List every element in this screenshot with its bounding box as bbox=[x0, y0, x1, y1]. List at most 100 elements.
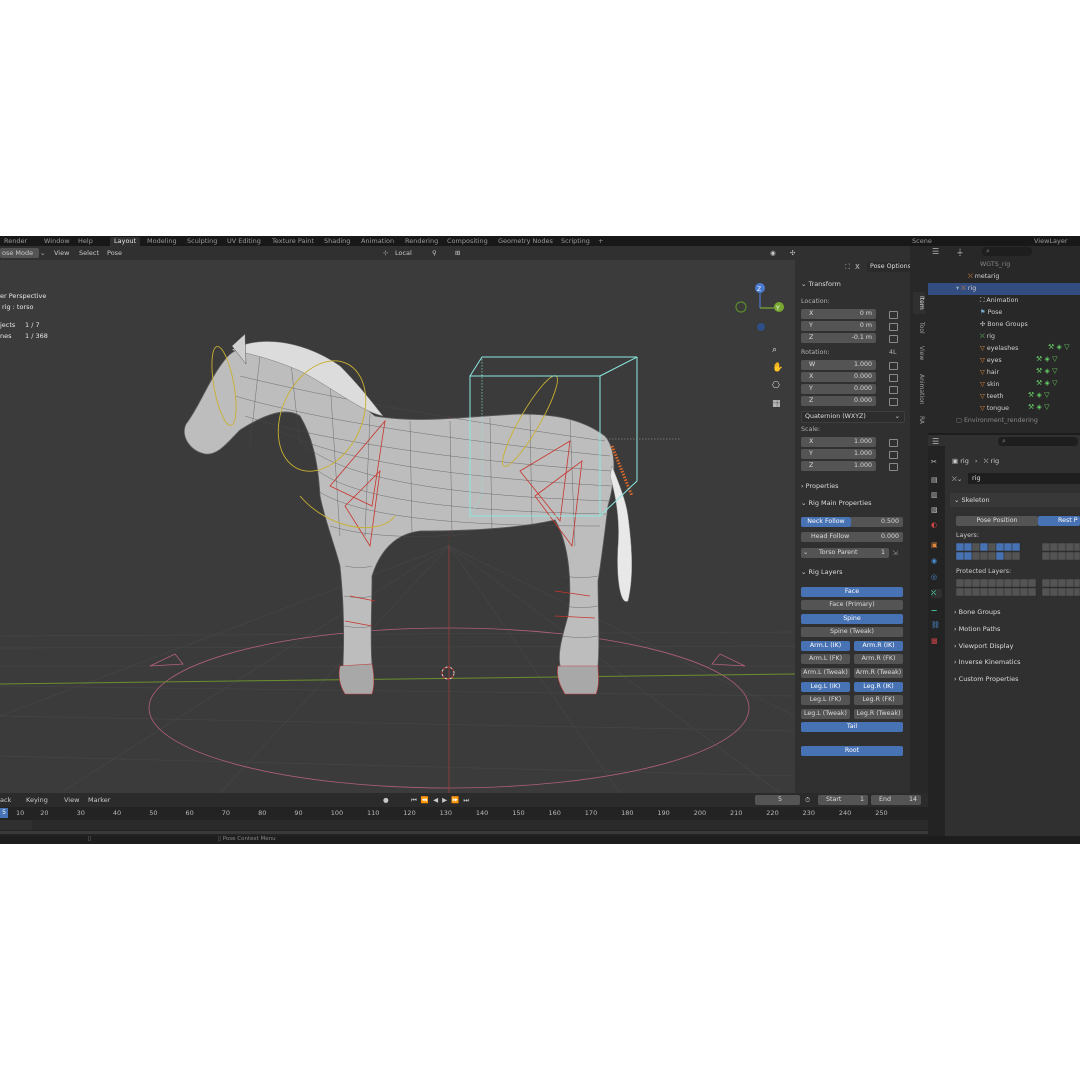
menu-playback[interactable]: ack bbox=[0, 795, 11, 805]
motion-paths-panel[interactable]: › Motion Paths bbox=[954, 625, 1000, 633]
tab-animation[interactable]: Animation bbox=[357, 237, 398, 246]
outliner-item-rig-data[interactable]: ⛌ rig bbox=[980, 331, 995, 343]
scale-y-field[interactable]: Y 1.000 bbox=[801, 449, 876, 459]
lock-icon[interactable] bbox=[889, 439, 898, 447]
pin-icon[interactable]: ⛶ bbox=[845, 263, 853, 271]
menu-view[interactable]: View bbox=[54, 248, 69, 258]
render-tab-icon[interactable]: ▤ bbox=[931, 476, 942, 485]
close-icon[interactable]: X bbox=[855, 263, 860, 271]
menu-select[interactable]: Select bbox=[79, 248, 99, 258]
menu-keying[interactable]: Keying bbox=[26, 795, 48, 805]
outliner-item-teeth[interactable]: ▽ teeth bbox=[980, 391, 1004, 403]
layer-arm-l-tweak-toggle[interactable]: Arm.L (Tweak) bbox=[801, 668, 850, 678]
object-tab-icon[interactable]: ▣ bbox=[931, 541, 942, 550]
tab-animation[interactable]: Animation bbox=[913, 369, 925, 409]
rotation-z-field[interactable]: Z 0.000 bbox=[801, 396, 876, 406]
location-y-field[interactable]: Y 0 m bbox=[801, 321, 876, 331]
view-layer-tab-icon[interactable]: ▧ bbox=[931, 506, 942, 515]
tab-texture-paint[interactable]: Texture Paint bbox=[268, 237, 318, 246]
layer-leg-r-ik-toggle[interactable]: Leg.R (IK) bbox=[854, 682, 903, 692]
zebra-mesh[interactable] bbox=[183, 333, 632, 695]
lock-icon[interactable] bbox=[889, 362, 898, 370]
viewport-display-panel[interactable]: › Viewport Display bbox=[954, 642, 1013, 650]
layer-leg-l-tweak-toggle[interactable]: Leg.L (Tweak) bbox=[801, 709, 850, 719]
snap-icon[interactable]: ⇲ bbox=[892, 549, 898, 557]
tab-scripting[interactable]: Scripting bbox=[557, 237, 594, 246]
layer-arm-l-ik-toggle[interactable]: Arm.L (IK) bbox=[801, 641, 850, 651]
outliner-item-hair[interactable]: ▽ hair bbox=[980, 367, 999, 379]
lock-icon[interactable] bbox=[889, 398, 898, 406]
properties-section-header[interactable]: › Properties bbox=[801, 482, 839, 490]
lock-icon[interactable] bbox=[889, 311, 898, 319]
lock-icon[interactable] bbox=[889, 335, 898, 343]
armature-data-tab-icon[interactable]: ⛌ bbox=[931, 589, 942, 598]
menu-view[interactable]: View bbox=[64, 795, 79, 805]
rig-main-section-header[interactable]: ⌄ Rig Main Properties bbox=[801, 499, 871, 507]
view-layer-selector[interactable]: ViewLayer bbox=[1030, 237, 1072, 246]
bone-layers-grid[interactable] bbox=[956, 543, 1080, 564]
playback-controls[interactable]: ⏮ ⏪ ◀ ▶ ⏩ ⏭ bbox=[411, 795, 470, 805]
camera-icon[interactable]: ⎔ bbox=[772, 381, 784, 393]
outliner-item-skin[interactable]: ▽ skin bbox=[980, 379, 1000, 391]
tab-layout[interactable]: Layout bbox=[110, 237, 141, 246]
layer-root-toggle[interactable]: Root bbox=[801, 746, 903, 756]
tab-sculpting[interactable]: Sculpting bbox=[183, 237, 221, 246]
snap-icon[interactable]: ⊞ bbox=[455, 248, 460, 258]
menu-marker[interactable]: Marker bbox=[88, 795, 110, 805]
record-icon[interactable]: ● bbox=[383, 795, 389, 805]
visibility-icon[interactable]: ◉ bbox=[770, 248, 776, 258]
outliner-item-wgts-rig[interactable]: WGTS_rig bbox=[980, 259, 1010, 271]
tab-shading[interactable]: Shading bbox=[320, 237, 354, 246]
texture-tab-icon[interactable]: ▩ bbox=[931, 637, 942, 646]
end-frame-field[interactable]: End 14 bbox=[871, 795, 921, 805]
layer-arm-l-fk-toggle[interactable]: Arm.L (FK) bbox=[801, 654, 850, 664]
outliner-search-input[interactable]: ⌕ bbox=[982, 247, 1032, 256]
menu-render[interactable]: Render bbox=[0, 237, 31, 246]
scale-z-field[interactable]: Z 1.000 bbox=[801, 461, 876, 471]
properties-editor-icon[interactable]: ☰ bbox=[932, 437, 939, 446]
head-follow-slider[interactable]: Head Follow 0.000 bbox=[801, 532, 903, 542]
protected-layers-grid[interactable] bbox=[956, 579, 1080, 597]
3d-cursor[interactable] bbox=[441, 666, 455, 680]
rotation-w-field[interactable]: W 1.000 bbox=[801, 360, 876, 370]
layer-leg-r-tweak-toggle[interactable]: Leg.R (Tweak) bbox=[854, 709, 903, 719]
outliner-item-eyes[interactable]: ▽ eyes bbox=[980, 355, 1002, 367]
layer-face-toggle[interactable]: Face bbox=[801, 587, 903, 597]
constraints-tab-icon[interactable]: ◎ bbox=[931, 573, 942, 582]
tab-item[interactable]: Item bbox=[913, 292, 925, 314]
skeleton-header[interactable]: ⌄ Skeleton bbox=[954, 496, 990, 504]
tab-tool[interactable]: Tool bbox=[913, 318, 925, 338]
add-workspace-button[interactable]: + bbox=[594, 237, 607, 246]
outliner-item-pose[interactable]: ⚑ Pose bbox=[980, 307, 1002, 319]
filter-icon[interactable]: ⏚ bbox=[956, 247, 964, 258]
keyframe-track[interactable] bbox=[0, 820, 928, 830]
transform-section-header[interactable]: ⌄ Transform bbox=[801, 280, 841, 288]
properties-search-input[interactable]: ⌕ bbox=[998, 437, 1078, 446]
location-x-field[interactable]: X 0 m bbox=[801, 309, 876, 319]
neck-follow-slider[interactable]: Neck Follow bbox=[801, 517, 851, 527]
lock-icon[interactable] bbox=[889, 323, 898, 331]
bone-groups-panel[interactable]: › Bone Groups bbox=[954, 608, 1000, 616]
tab-geometry-nodes[interactable]: Geometry Nodes bbox=[494, 237, 557, 246]
scale-x-field[interactable]: X 1.000 bbox=[801, 437, 876, 447]
neck-follow-value[interactable]: 0.500 bbox=[851, 517, 903, 527]
outliner-editor-icon[interactable]: ☰ bbox=[932, 247, 939, 256]
current-frame-field[interactable]: 5 bbox=[755, 795, 800, 805]
lock-icon[interactable] bbox=[889, 386, 898, 394]
zoom-icon[interactable]: ⌕ bbox=[772, 345, 784, 357]
physics-tab-icon[interactable]: ◉ bbox=[931, 557, 942, 566]
transform-orientation-selector[interactable]: Local bbox=[395, 248, 412, 258]
rig-layers-section-header[interactable]: ⌄ Rig Layers bbox=[801, 568, 843, 576]
outliner-item-animation[interactable]: ⛶ Animation bbox=[980, 295, 1019, 307]
layer-leg-l-fk-toggle[interactable]: Leg.L (FK) bbox=[801, 695, 850, 705]
outliner-item-eyelashes[interactable]: ▽ eyelashes bbox=[980, 343, 1018, 355]
tab-modeling[interactable]: Modeling bbox=[143, 237, 181, 246]
3d-viewport[interactable]: Z Y ose Mode ⌄ View Select Pose ⊹ Local … bbox=[0, 246, 795, 793]
torso-parent-field[interactable]: ⌄ Torso Parent 1 bbox=[801, 548, 889, 558]
pan-hand-icon[interactable]: ✋ bbox=[772, 363, 784, 375]
menu-help[interactable]: Help bbox=[74, 237, 97, 246]
pose-position-button[interactable]: Pose Position bbox=[956, 516, 1038, 526]
bone-constraint-tab-icon[interactable]: ⛓ bbox=[931, 621, 942, 630]
pivot-icon[interactable]: ⚲ bbox=[432, 248, 437, 258]
timeline-scrollbar[interactable] bbox=[0, 831, 928, 834]
